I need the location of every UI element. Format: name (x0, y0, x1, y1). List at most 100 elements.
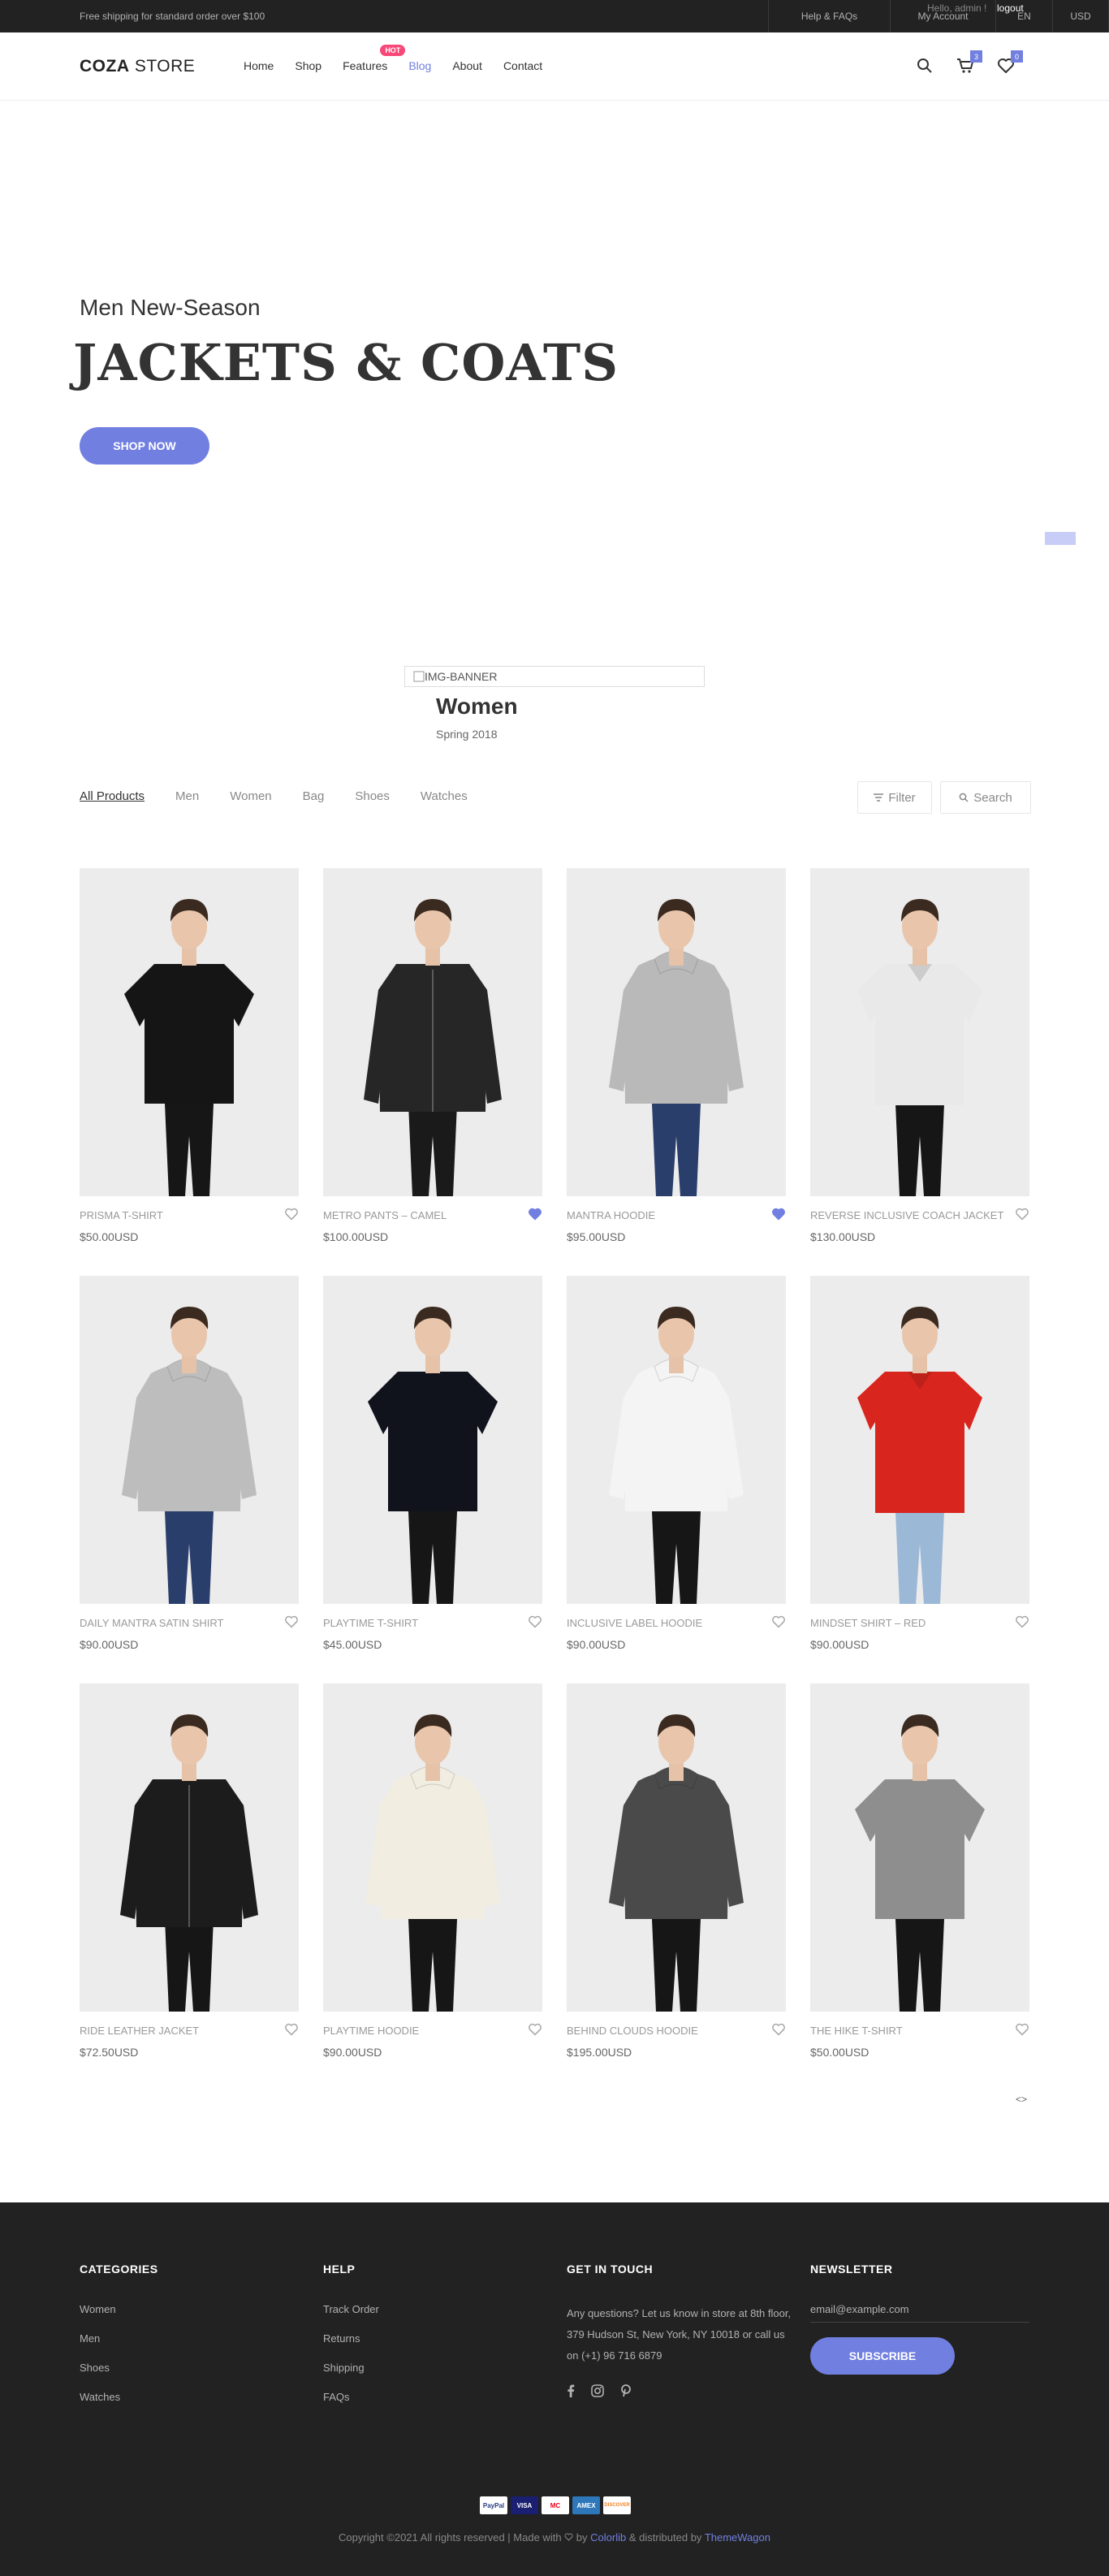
footer-link-track-order[interactable]: Track Order (323, 2303, 379, 2315)
banner-image-alt: IMG-BANNER (425, 670, 498, 683)
shop-now-button[interactable]: SHOP NOW (80, 427, 209, 465)
product-name[interactable]: DAILY MANTRA SATIN SHIRT (80, 1617, 274, 1629)
product-name[interactable]: REVERSE INCLUSIVE COACH JACKET (810, 1209, 1005, 1221)
product-image[interactable] (323, 1276, 542, 1604)
product-name[interactable]: MINDSET SHIRT – RED (810, 1617, 1005, 1629)
currency-select[interactable]: USD (1052, 0, 1109, 32)
product-name[interactable]: PLAYTIME HOODIE (323, 2025, 518, 2037)
nav-home[interactable]: Home (244, 59, 274, 72)
wishlist-heart-icon[interactable] (1015, 2023, 1029, 2038)
product-tools: Filter Search (857, 781, 1031, 814)
discover-icon: DISCOVER (603, 2496, 631, 2514)
shipping-notice: Free shipping for standard order over $1… (80, 11, 265, 22)
nav-features[interactable]: Features HOT (343, 45, 406, 72)
product-name[interactable]: MANTRA HOODIE (567, 1209, 762, 1221)
footer-link-shoes[interactable]: Shoes (80, 2362, 158, 2374)
product-name[interactable]: RIDE LEATHER JACKET (80, 2025, 274, 2037)
product-card[interactable]: PRISMA T-SHIRT $50.00USD (80, 868, 299, 1243)
nav-about[interactable]: About (452, 59, 482, 72)
wishlist-heart-icon[interactable] (771, 2023, 786, 2038)
search-icon[interactable] (914, 55, 935, 76)
cart-icon[interactable]: 3 (955, 50, 982, 76)
product-card[interactable]: PLAYTIME T-SHIRT $45.00USD (323, 1276, 542, 1651)
product-image[interactable] (567, 868, 786, 1196)
newsletter-email-input[interactable]: email@example.com (810, 2303, 1029, 2323)
wishlist-heart-icon[interactable] (284, 1208, 299, 1222)
banner-image[interactable]: IMG-BANNER (404, 666, 705, 687)
filter-bag[interactable]: Bag (303, 789, 325, 803)
help-faqs-link[interactable]: Help & FAQs (768, 0, 890, 32)
product-price: $72.50USD (80, 2046, 139, 2059)
product-name[interactable]: PRISMA T-SHIRT (80, 1209, 274, 1221)
product-card[interactable]: BEHIND CLOUDS HOODIE $195.00USD (567, 1683, 786, 2059)
product-card[interactable]: INCLUSIVE LABEL HOODIE $90.00USD (567, 1276, 786, 1651)
wishlist-icon[interactable]: 0 (995, 50, 1023, 76)
product-image[interactable] (810, 1276, 1029, 1604)
wishlist-heart-icon[interactable] (771, 1615, 786, 1630)
wishlist-heart-icon[interactable] (284, 1615, 299, 1630)
subscribe-button[interactable]: SUBSCRIBE (810, 2337, 955, 2375)
product-name[interactable]: THE HIKE T-SHIRT (810, 2025, 1005, 2037)
filter-button[interactable]: Filter (857, 781, 932, 814)
nav-contact[interactable]: Contact (503, 59, 542, 72)
filter-men[interactable]: Men (175, 789, 199, 803)
product-image[interactable] (567, 1276, 786, 1604)
product-card[interactable]: REVERSE INCLUSIVE COACH JACKET $130.00USD (810, 868, 1029, 1243)
product-image[interactable] (810, 1683, 1029, 2012)
product-card[interactable]: MANTRA HOODIE $95.00USD (567, 868, 786, 1243)
product-name[interactable]: METRO PANTS – CAMEL (323, 1209, 518, 1221)
logout-link[interactable]: logout (997, 2, 1024, 14)
copyright-by: by (573, 2531, 591, 2544)
product-image[interactable] (323, 1683, 542, 2012)
product-card[interactable]: METRO PANTS – CAMEL $100.00USD (323, 868, 542, 1243)
product-card[interactable]: PLAYTIME HOODIE $90.00USD (323, 1683, 542, 2059)
filter-women[interactable]: Women (230, 789, 271, 803)
store-logo[interactable]: COZA STORE (80, 57, 195, 76)
wishlist-heart-icon[interactable] (771, 1208, 786, 1222)
filter-all-products[interactable]: All Products (80, 789, 145, 803)
product-image[interactable] (323, 868, 542, 1196)
product-name[interactable]: INCLUSIVE LABEL HOODIE (567, 1617, 762, 1629)
slider-dot[interactable] (1045, 532, 1076, 545)
banner-subtitle: Spring 2018 (436, 728, 498, 741)
colorlib-link[interactable]: Colorlib (590, 2531, 626, 2544)
copyright: Copyright ©2021 All rights reserved | Ma… (0, 2531, 1109, 2544)
product-image[interactable] (80, 1683, 299, 2012)
filter-watches[interactable]: Watches (421, 789, 468, 803)
wishlist-heart-icon[interactable] (528, 1208, 542, 1222)
wishlist-heart-icon[interactable] (284, 2023, 299, 2038)
product-card[interactable]: RIDE LEATHER JACKET $72.50USD (80, 1683, 299, 2059)
footer-link-faqs[interactable]: FAQs (323, 2391, 379, 2403)
nav-shop[interactable]: Shop (295, 59, 321, 72)
footer-contact-title: GET IN TOUCH (567, 2263, 654, 2276)
product-image[interactable] (80, 868, 299, 1196)
search-label: Search (973, 790, 1012, 805)
filter-shoes[interactable]: Shoes (355, 789, 390, 803)
product-card[interactable]: THE HIKE T-SHIRT $50.00USD (810, 1683, 1029, 2059)
wishlist-heart-icon[interactable] (1015, 1615, 1029, 1630)
footer-link-men[interactable]: Men (80, 2332, 158, 2345)
footer-link-returns[interactable]: Returns (323, 2332, 379, 2345)
footer-link-watches[interactable]: Watches (80, 2391, 158, 2403)
product-image[interactable] (567, 1683, 786, 2012)
instagram-icon[interactable] (591, 2384, 604, 2401)
pager-control[interactable]: <> (1016, 2094, 1027, 2105)
wishlist-heart-icon[interactable] (528, 2023, 542, 2038)
footer-help-title: HELP (323, 2263, 356, 2276)
themewagon-link[interactable]: ThemeWagon (705, 2531, 770, 2544)
footer-link-women[interactable]: Women (80, 2303, 158, 2315)
pinterest-icon[interactable] (620, 2384, 632, 2401)
facebook-icon[interactable] (567, 2384, 575, 2401)
heart-small-icon (564, 2533, 573, 2541)
product-image[interactable] (80, 1276, 299, 1604)
wishlist-heart-icon[interactable] (528, 1615, 542, 1630)
footer-link-shipping[interactable]: Shipping (323, 2362, 379, 2374)
search-button[interactable]: Search (940, 781, 1031, 814)
nav-blog[interactable]: Blog (408, 59, 431, 72)
product-card[interactable]: MINDSET SHIRT – RED $90.00USD (810, 1276, 1029, 1651)
product-name[interactable]: PLAYTIME T-SHIRT (323, 1617, 518, 1629)
product-card[interactable]: DAILY MANTRA SATIN SHIRT $90.00USD (80, 1276, 299, 1651)
product-image[interactable] (810, 868, 1029, 1196)
wishlist-heart-icon[interactable] (1015, 1208, 1029, 1222)
product-name[interactable]: BEHIND CLOUDS HOODIE (567, 2025, 762, 2037)
